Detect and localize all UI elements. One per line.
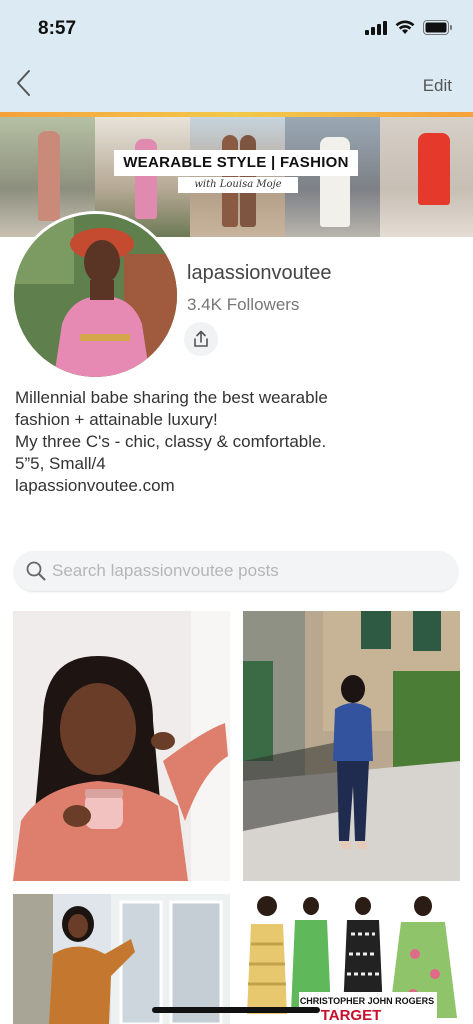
share-icon [194,330,208,347]
bio-line: Millennial babe sharing the best wearabl… [15,388,328,407]
banner-title: WEARABLE STYLE | FASHION FINDS [114,150,358,197]
cellular-signal-icon [365,20,387,35]
post-tile[interactable] [243,611,460,881]
chevron-left-icon [17,70,30,96]
profile-bio: Millennial babe sharing the best wearabl… [15,387,455,497]
followers-count[interactable]: 3.4K Followers [187,295,299,315]
banner-subtitle: with Louisa Moje [178,177,298,193]
post-caption-line1: CHRISTOPHER JOHN ROGERS [300,996,434,1006]
profile-avatar[interactable] [11,211,180,380]
back-button[interactable] [14,68,38,98]
status-icons [365,20,453,35]
post-tile[interactable]: CHRISTOPHER JOHN ROGERS TARGET [243,894,460,1024]
bio-line: My three C's - chic, classy & comfortabl… [15,432,327,451]
search-input[interactable] [52,551,442,591]
post-tile[interactable] [13,894,230,1024]
search-icon [26,561,46,581]
bio-line: fashion + attainable luxury! [15,410,218,429]
profile-username: lapassionvoutee [187,262,332,284]
bio-website-link[interactable]: lapassionvoutee.com [15,475,455,497]
status-time: 8:57 [38,18,77,39]
status-bar: 8:57 [0,0,473,56]
avatar-photo [14,214,177,377]
wifi-icon [395,20,415,34]
edit-button[interactable]: Edit [423,76,452,96]
post-caption-line2: TARGET [321,1007,382,1024]
battery-icon [423,20,452,35]
search-bar [14,551,458,591]
nav-bar: Edit [0,56,473,112]
post-photo [13,611,230,881]
post-photo: CHRISTOPHER JOHN ROGERS TARGET [243,894,460,1024]
banner-figure [418,133,450,205]
share-button[interactable] [184,322,218,356]
post-photo [243,611,460,881]
banner-figure [38,131,60,221]
post-photo [13,894,230,1024]
bio-line: 5”5, Small/4 [15,454,106,473]
home-indicator[interactable] [152,1007,320,1013]
post-tile[interactable] [13,611,230,881]
